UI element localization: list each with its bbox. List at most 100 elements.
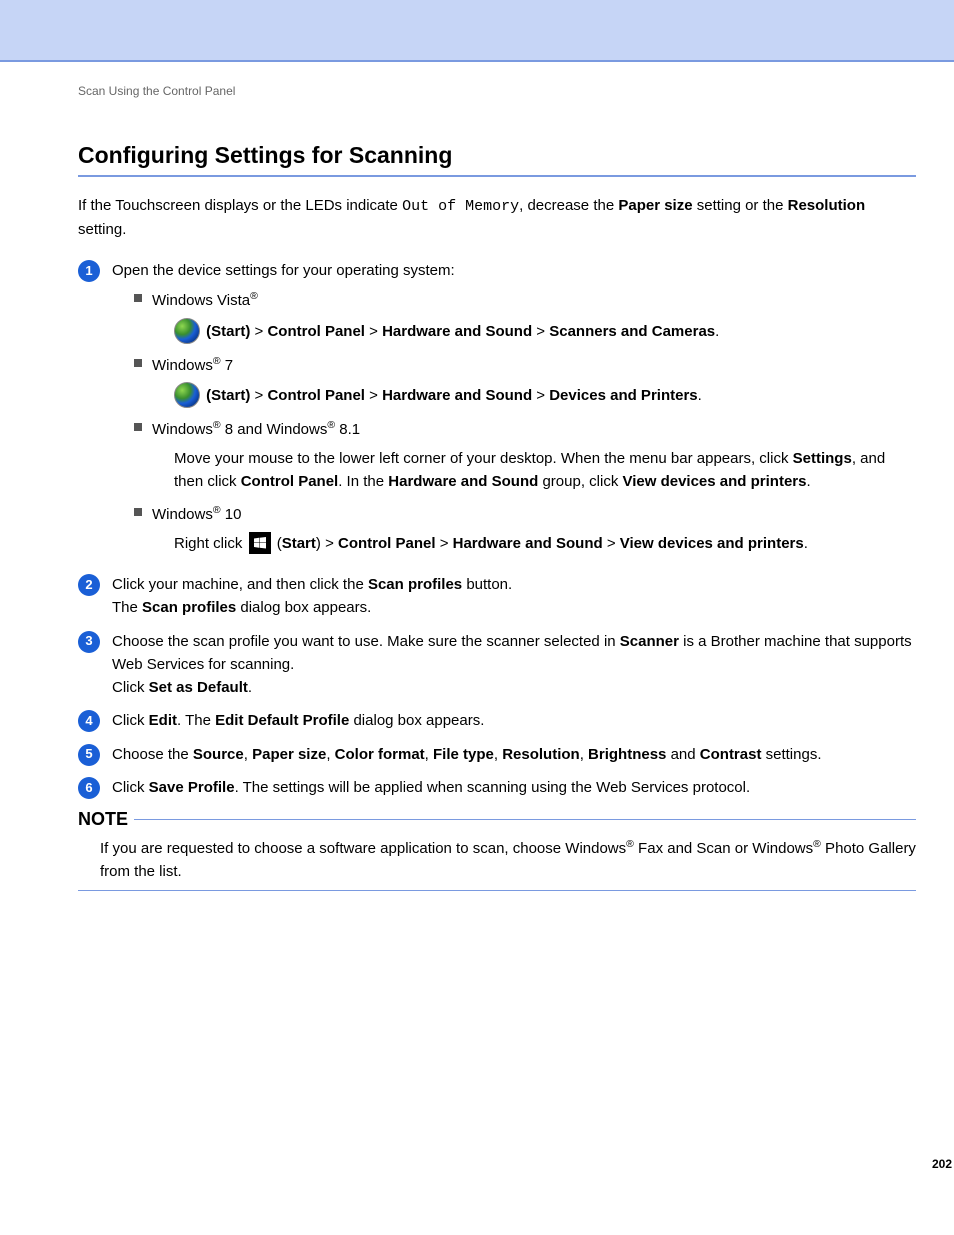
text: Hardware and Sound xyxy=(453,535,603,552)
text: group, click xyxy=(538,473,622,490)
bold-text: Paper size xyxy=(618,197,692,214)
text: . The xyxy=(177,712,215,729)
text: > xyxy=(536,387,545,404)
os-path: Move your mouse to the lower left corner… xyxy=(152,447,916,494)
text: Set as Default xyxy=(149,679,248,696)
os-label: Windows Vista® xyxy=(152,288,916,312)
reg-mark: ® xyxy=(327,419,335,431)
text: > xyxy=(255,322,264,339)
text: Hardware and Sound xyxy=(382,387,532,404)
breadcrumb: Scan Using the Control Panel xyxy=(78,84,916,98)
text: Settings xyxy=(793,450,852,467)
os-label: Windows® 10 xyxy=(152,502,916,526)
text: and xyxy=(666,746,699,763)
text: dialog box appears. xyxy=(349,712,484,729)
text: button. xyxy=(462,576,512,593)
text: . The settings will be applied when scan… xyxy=(235,779,751,796)
step-body: Click Edit. The Edit Default Profile dia… xyxy=(112,709,916,732)
step-body: Open the device settings for your operat… xyxy=(112,259,916,563)
text: Edit Default Profile xyxy=(215,712,349,729)
text: Click xyxy=(112,679,149,696)
page-title: Configuring Settings for Scanning xyxy=(78,142,916,169)
os-vista: Windows Vista® (Start) > Control Panel >… xyxy=(134,288,916,344)
text: > xyxy=(440,535,449,552)
text: . In the xyxy=(338,473,388,490)
note-end-rule xyxy=(78,890,916,891)
step-number-icon: 1 xyxy=(78,260,100,282)
windows10-start-icon xyxy=(249,532,271,554)
text: Control Panel xyxy=(241,473,339,490)
top-band xyxy=(0,0,954,60)
step-body: Click Save Profile. The settings will be… xyxy=(112,776,916,799)
step-body: Choose the Source, Paper size, Color for… xyxy=(112,743,916,766)
reg-mark: ® xyxy=(213,355,221,367)
os-win7: Windows® 7 (Start) > Control Panel > Har… xyxy=(134,353,916,409)
text: Windows xyxy=(152,357,213,374)
step-2: 2 Click your machine, and then click the… xyxy=(78,573,916,620)
text: Choose the scan profile you want to use.… xyxy=(112,633,620,650)
text: Choose the xyxy=(112,746,193,763)
step-body: Choose the scan profile you want to use.… xyxy=(112,630,916,700)
reg-mark: ® xyxy=(213,504,221,516)
text: . xyxy=(804,535,808,552)
text: Click xyxy=(112,779,149,796)
text: Windows xyxy=(152,506,213,523)
text: Click your machine, and then click the xyxy=(112,576,368,593)
text: setting or the xyxy=(693,197,788,214)
note-label: NOTE xyxy=(78,809,134,830)
square-bullet-icon xyxy=(134,423,142,431)
step-number-icon: 2 xyxy=(78,574,100,596)
text: Hardware and Sound xyxy=(388,473,538,490)
text: Color format xyxy=(335,746,425,763)
text: Click xyxy=(112,712,149,729)
intro-paragraph: If the Touchscreen displays or the LEDs … xyxy=(78,195,916,241)
text: > xyxy=(325,535,334,552)
step-1: 1 Open the device settings for your oper… xyxy=(78,259,916,563)
text: Windows xyxy=(152,421,213,438)
text: Windows Vista xyxy=(152,292,250,309)
reg-mark: ® xyxy=(813,838,821,850)
text: Devices and Printers xyxy=(549,387,697,404)
text: Control Panel xyxy=(338,535,436,552)
bold-text: Resolution xyxy=(788,197,866,214)
step-number-icon: 3 xyxy=(78,631,100,653)
text: setting. xyxy=(78,221,126,238)
text: Scanners and Cameras xyxy=(549,322,715,339)
text: Control Panel xyxy=(267,322,365,339)
page-content: Scan Using the Control Panel Configuring… xyxy=(0,62,954,891)
text: 10 xyxy=(221,506,242,523)
text: > xyxy=(255,387,264,404)
square-bullet-icon xyxy=(134,508,142,516)
step-6: 6 Click Save Profile. The settings will … xyxy=(78,776,916,799)
text: dialog box appears. xyxy=(236,599,371,616)
windows-start-icon xyxy=(174,318,200,344)
text: If the Touchscreen displays or the LEDs … xyxy=(78,197,402,214)
reg-mark: ® xyxy=(250,290,258,302)
text: Start xyxy=(282,535,316,552)
os-label: Windows® 7 xyxy=(152,353,916,377)
os-sublist: Windows Vista® (Start) > Control Panel >… xyxy=(112,288,916,555)
step-4: 4 Click Edit. The Edit Default Profile d… xyxy=(78,709,916,732)
mono-text: Out of Memory xyxy=(402,198,519,215)
text: Save Profile xyxy=(149,779,235,796)
text: Fax and Scan or Windows xyxy=(634,840,813,857)
text: Source xyxy=(193,746,244,763)
os-label: Windows® 8 and Windows® 8.1 xyxy=(152,417,916,441)
text: > xyxy=(369,387,378,404)
text: 8.1 xyxy=(335,421,360,438)
text: > xyxy=(536,322,545,339)
text: , xyxy=(326,746,334,763)
windows-start-icon xyxy=(174,382,200,408)
page-number: 202 xyxy=(932,1157,952,1171)
text: File type xyxy=(433,746,494,763)
step-number-icon: 6 xyxy=(78,777,100,799)
text: View devices and printers xyxy=(623,473,807,490)
text: Right click xyxy=(174,535,247,552)
text: > xyxy=(369,322,378,339)
square-bullet-icon xyxy=(134,294,142,302)
note-header: NOTE xyxy=(78,809,916,830)
text: Scan profiles xyxy=(142,599,236,616)
note-body: If you are requested to choose a softwar… xyxy=(78,836,916,884)
os-win8: Windows® 8 and Windows® 8.1 Move your mo… xyxy=(134,417,916,494)
text: 7 xyxy=(221,357,234,374)
